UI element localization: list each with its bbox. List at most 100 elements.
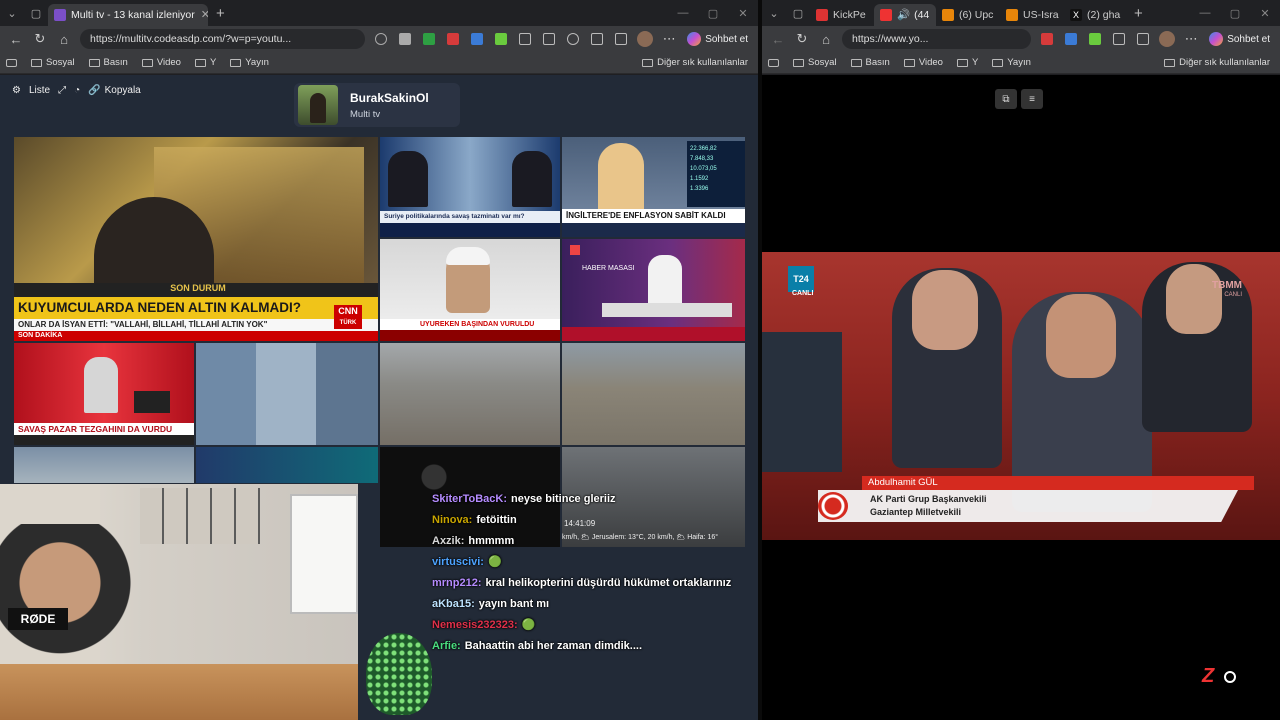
extensions-icon[interactable] — [1107, 29, 1131, 49]
refresh-button[interactable]: ↻ — [790, 31, 814, 47]
speaker-icon[interactable]: 🔊 — [897, 8, 910, 21]
home-button[interactable]: ⌂ — [52, 32, 76, 47]
other-bookmarks[interactable]: Diğer sık kullanılanlar — [1164, 57, 1270, 68]
tab-multitv[interactable]: Multi tv - 13 kanal izleniyor ✕ — [48, 3, 208, 26]
bookmark-basin[interactable]: Basın — [850, 57, 890, 68]
copilot-button[interactable]: Sohbet et — [1203, 32, 1276, 46]
more-menu-icon[interactable]: ⋯ — [657, 31, 681, 47]
extension-icon-1[interactable] — [1035, 29, 1059, 49]
new-tab-button[interactable]: + — [1126, 5, 1151, 22]
tv-logo-icon — [570, 245, 580, 255]
x-favicon-icon: X — [1070, 8, 1082, 21]
pip-icon[interactable]: ⧉ — [995, 89, 1017, 109]
extension-icon-1[interactable] — [393, 29, 417, 49]
bookmark-yayin[interactable]: Yayın — [992, 57, 1031, 68]
chat-username[interactable]: Arfie: — [432, 640, 461, 652]
bookmark-video[interactable]: Video — [903, 57, 943, 68]
stream-tile-debate[interactable]: Suriye politikalarında savaş tazminatı v… — [380, 137, 560, 237]
chat-username[interactable]: Axzik: — [432, 535, 464, 547]
profile-avatar[interactable] — [1159, 31, 1176, 47]
parliament-video[interactable]: T24 CANLI TBMM CANLI Abdulhamit GÜL AK P… — [762, 252, 1280, 540]
extension-icon-4[interactable] — [465, 29, 489, 49]
bookmark-yayin[interactable]: Yayın — [230, 57, 269, 68]
minimize-button[interactable]: — — [1190, 7, 1220, 20]
minimize-button[interactable]: — — [668, 7, 698, 20]
extension-icon-3[interactable] — [441, 29, 465, 49]
chat-username[interactable]: Ninova: — [432, 514, 472, 526]
profile-avatar[interactable] — [637, 31, 654, 47]
extension-icon-2[interactable] — [1059, 29, 1083, 49]
stream-tile-studio[interactable] — [196, 447, 378, 483]
bookmark-y[interactable]: Y — [956, 57, 978, 68]
bookmark-sosyal[interactable]: Sosyal — [31, 57, 75, 68]
more-menu-icon[interactable]: ⋯ — [1179, 31, 1203, 47]
extension-icon-3[interactable] — [1083, 29, 1107, 49]
refresh-button[interactable]: ↻ — [28, 31, 52, 47]
tab-actions-icon[interactable]: ⌄ — [0, 0, 24, 26]
extension-icon-5[interactable] — [489, 29, 513, 49]
back-button[interactable]: ← — [766, 32, 790, 47]
settings-gear-icon[interactable]: ⚙ — [12, 85, 21, 96]
workspaces-icon[interactable]: ▢ — [786, 0, 810, 26]
tab-x[interactable]: X (2) gha ✕ — [1064, 4, 1126, 26]
channel-card[interactable]: BurakSakinOl Multi tv — [294, 83, 460, 127]
workspaces-icon[interactable]: ▢ — [24, 0, 48, 26]
home-button[interactable]: ⌂ — [814, 32, 838, 47]
bookmarks-menu-icon[interactable] — [768, 58, 779, 67]
address-bar[interactable]: https://multitv.codeasdp.com/?w=p=youtu.… — [80, 29, 366, 49]
stream-tile-sozcu[interactable]: SAVAŞ PAZAR TEZGAHINI DA VURDU — [14, 343, 194, 445]
bookmark-basin[interactable]: Basın — [88, 57, 128, 68]
stream-tile-uk[interactable]: 22.366,82 7.848,33 10.073,05 1.1592 1.33… — [562, 137, 745, 237]
tab-upc[interactable]: (6) Upc ✕ — [936, 4, 1000, 26]
extension-icon-2[interactable] — [417, 29, 441, 49]
haber-logo: HABER MASASI — [582, 265, 635, 272]
tab-youtube[interactable]: 🔊 (44 ✕ — [874, 3, 936, 26]
info-icon[interactable]: ◔ — [74, 85, 80, 96]
bookmark-video[interactable]: Video — [141, 57, 181, 68]
copy-button[interactable]: 🔗 Kopyala — [88, 85, 141, 96]
tab-actions-icon[interactable]: ⌄ — [762, 0, 786, 26]
extension-icon-6[interactable] — [513, 29, 537, 49]
bookmark-sosyal[interactable]: Sosyal — [793, 57, 837, 68]
stream-tile-cnn[interactable]: SON DURUM KUYUMCULARDA NEDEN ALTIN KALMA… — [14, 137, 378, 341]
maximize-button[interactable]: ▢ — [1220, 7, 1250, 20]
new-tab-button[interactable]: + — [208, 5, 233, 22]
fullscreen-icon[interactable]: ⤢ — [58, 85, 66, 96]
close-window-button[interactable]: ✕ — [1250, 7, 1280, 20]
stream-tile-telaviv[interactable] — [380, 343, 560, 445]
star-icon[interactable] — [369, 29, 393, 49]
tab-title: (6) Upc — [959, 8, 994, 21]
address-bar[interactable]: https://www.yo... — [842, 29, 1032, 49]
chat-username[interactable]: virtuscivi: — [432, 556, 484, 568]
bookmarks-menu-icon[interactable] — [6, 58, 17, 67]
bookmark-y[interactable]: Y — [194, 57, 216, 68]
chat-username[interactable]: Nemesis232323: — [432, 619, 518, 631]
folder-icon — [850, 58, 862, 67]
split-screen-icon[interactable] — [537, 29, 561, 49]
split-screen-icon[interactable] — [1131, 29, 1155, 49]
close-tab-icon[interactable]: ✕ — [929, 8, 936, 21]
chat-username[interactable]: mrnp212: — [432, 577, 482, 589]
chat-username[interactable]: aKba15: — [432, 598, 475, 610]
notes-icon[interactable]: ≡ — [1021, 89, 1043, 109]
stream-tile-skyline[interactable] — [562, 343, 745, 445]
stream-tile-haber[interactable]: HABER MASASI — [562, 239, 745, 341]
stream-tile-injured[interactable]: UYUREKEN BAŞINDAN VURULDU — [380, 239, 560, 341]
collections-icon[interactable] — [585, 29, 609, 49]
close-window-button[interactable]: ✕ — [728, 7, 758, 20]
favorites-icon[interactable] — [561, 29, 585, 49]
stream-tile-sky-1[interactable] — [14, 447, 194, 483]
maximize-button[interactable]: ▢ — [698, 7, 728, 20]
back-button[interactable]: ← — [4, 32, 28, 47]
tab-usisrael[interactable]: US-Isra ✕ — [1000, 4, 1064, 26]
tab-kickpe[interactable]: KickPe — [810, 4, 874, 26]
folder-icon — [992, 58, 1004, 67]
close-tab-icon[interactable]: ✕ — [195, 8, 208, 21]
other-bookmarks[interactable]: Diğer sık kullanılanlar — [642, 57, 748, 68]
copilot-button[interactable]: Sohbet et — [681, 32, 754, 46]
list-button[interactable]: Liste — [29, 85, 50, 96]
extensions-icon[interactable] — [609, 29, 633, 49]
chat-username[interactable]: SkiterToBacK: — [432, 493, 507, 505]
stream-tile-citycams[interactable] — [196, 343, 378, 445]
cnn-subheadline: ONLAR DA İSYAN ETTİ: "VALLAHİ, BİLLAHİ, … — [14, 319, 378, 331]
